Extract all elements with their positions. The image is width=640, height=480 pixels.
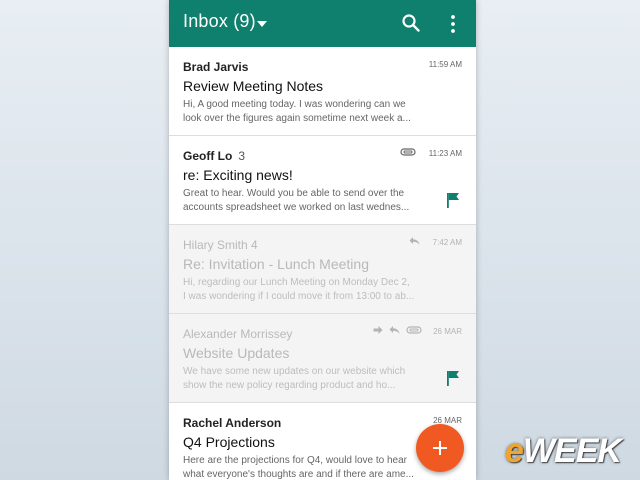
flag-icon[interactable] bbox=[446, 370, 460, 386]
inbox-title[interactable]: Inbox (9) bbox=[183, 11, 256, 32]
email-subject: re: Exciting news! bbox=[183, 167, 293, 183]
email-time: 26 MAR bbox=[433, 327, 462, 336]
eweek-logo: eWEEK bbox=[505, 432, 622, 470]
email-row[interactable]: Hilary Smith 4 7:42 AM Re: Invitation - … bbox=[169, 225, 476, 314]
flag-icon[interactable] bbox=[446, 192, 460, 208]
attachment-icon bbox=[406, 326, 422, 334]
compose-button[interactable] bbox=[416, 424, 464, 472]
attachment-icon bbox=[400, 148, 416, 156]
email-row[interactable]: Brad Jarvis 11:59 AM Review Meeting Note… bbox=[169, 47, 476, 136]
email-sender: Brad Jarvis bbox=[183, 60, 249, 74]
reply-icon bbox=[409, 237, 420, 245]
email-snippet: We have some new updates on our website … bbox=[183, 366, 406, 391]
email-subject: Review Meeting Notes bbox=[183, 78, 324, 94]
email-sender: Alexander Morrissey bbox=[183, 327, 293, 341]
email-subject: Website Updates bbox=[183, 345, 290, 361]
email-snippet: Here are the projections for Q4, would l… bbox=[183, 455, 414, 480]
search-icon[interactable] bbox=[401, 13, 421, 33]
forward-icon bbox=[373, 326, 383, 334]
chevron-down-icon[interactable] bbox=[257, 21, 267, 27]
email-time: 11:59 AM bbox=[428, 60, 462, 69]
email-status-icons bbox=[373, 325, 422, 335]
thread-count: 3 bbox=[238, 149, 246, 163]
email-sender: Geoff Lo 3 bbox=[183, 149, 246, 163]
email-row[interactable]: Geoff Lo 3 11:23 AM re: Exciting news! Gr… bbox=[169, 136, 476, 225]
email-status-icons bbox=[400, 147, 416, 157]
email-time: 11:23 AM bbox=[428, 149, 462, 158]
email-snippet: Great to hear. Would you be able to send… bbox=[183, 188, 410, 213]
email-time: 7:42 AM bbox=[432, 238, 462, 247]
email-snippet: Hi, A good meeting today. I was wonderin… bbox=[183, 99, 411, 124]
more-vert-icon[interactable] bbox=[445, 14, 461, 34]
email-sender: Hilary Smith 4 bbox=[183, 238, 258, 252]
plus-icon bbox=[433, 441, 447, 455]
email-row[interactable]: Alexander Morrissey 26 MAR Website Updat… bbox=[169, 314, 476, 403]
reply-icon bbox=[389, 326, 400, 334]
email-subject: Q4 Projections bbox=[183, 434, 275, 450]
email-snippet: Hi, regarding our Lunch Meeting on Monda… bbox=[183, 277, 415, 302]
phone-screen: Inbox (9) Brad Jarvis 11:59 AM Review Me… bbox=[169, 0, 476, 480]
email-list: Brad Jarvis 11:59 AM Review Meeting Note… bbox=[169, 47, 476, 480]
email-sender: Rachel Anderson bbox=[183, 416, 282, 430]
email-subject: Re: Invitation - Lunch Meeting bbox=[183, 256, 369, 272]
email-status-icons bbox=[409, 236, 420, 246]
app-bar: Inbox (9) bbox=[169, 0, 476, 47]
